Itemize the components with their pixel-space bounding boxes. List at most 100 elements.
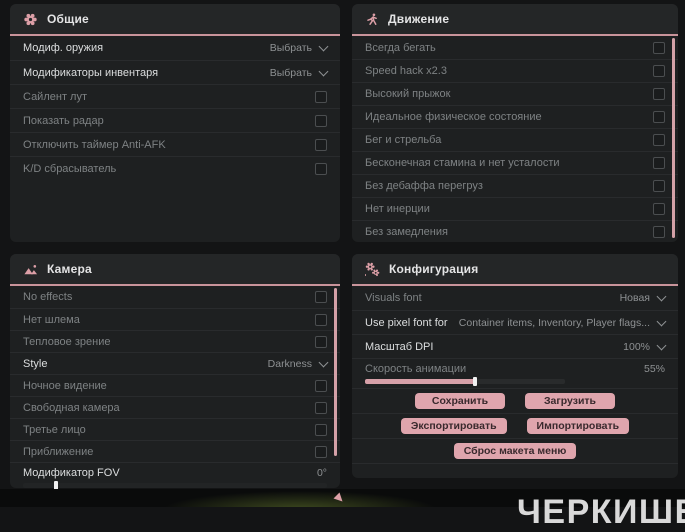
dropdown[interactable]: Выбрать	[270, 66, 329, 79]
chevron-down-icon	[318, 66, 329, 76]
dropdown[interactable]: 100%	[623, 340, 667, 353]
panel-title: Конфигурация	[389, 262, 479, 276]
cursor-icon	[333, 489, 343, 507]
chevron-down-icon	[656, 340, 667, 350]
dropdown-value: Container items, Inventory, Player flags…	[458, 316, 650, 329]
checkbox[interactable]	[653, 203, 665, 215]
panel-header: Общие	[10, 4, 340, 36]
import-button[interactable]: Импортировать	[526, 418, 630, 434]
setting-label: Сайлент лут	[23, 90, 87, 103]
checkbox[interactable]	[653, 226, 665, 238]
setting-row-dropdown: Масштаб DPI 100%	[352, 334, 678, 358]
setting-row-dropdown: Use pixel font for Container items, Inven…	[352, 310, 678, 334]
dropdown[interactable]: Выбрать	[269, 41, 329, 54]
dropdown[interactable]: Новая	[619, 291, 667, 304]
checkbox[interactable]	[653, 88, 665, 100]
checkbox[interactable]	[315, 114, 327, 127]
setting-label: Приближение	[23, 445, 94, 458]
panel-config: Конфигурация Visuals font Новая Use pixel …	[352, 254, 678, 478]
setting-label: Style	[23, 357, 48, 370]
setting-row-dropdown: Модификаторы инвентаря Выбрать	[10, 60, 340, 84]
slider-thumb[interactable]	[473, 377, 477, 386]
checkbox[interactable]	[315, 401, 327, 414]
checkbox[interactable]	[653, 157, 665, 169]
checkbox[interactable]	[653, 134, 665, 146]
chevron-down-icon	[656, 291, 667, 302]
setting-label: Масштаб DPI	[365, 340, 434, 353]
checkbox[interactable]	[653, 65, 665, 77]
slider-track[interactable]	[23, 481, 327, 490]
dropdown-value: Выбрать	[269, 42, 312, 54]
checkbox[interactable]	[315, 291, 327, 303]
setting-label: Скорость анимации	[365, 363, 467, 375]
setting-row-checkbox: Свободная камера	[10, 396, 340, 418]
setting-label: Ночное видение	[23, 379, 107, 392]
checkbox[interactable]	[315, 423, 327, 436]
checkbox[interactable]	[315, 379, 327, 392]
button-row: Сохранить Загрузить	[352, 388, 678, 413]
checkbox[interactable]	[653, 41, 665, 54]
scrollbar[interactable]	[334, 288, 337, 456]
setting-row-checkbox: Тепловое зрение	[10, 330, 340, 352]
setting-label: Use pixel font for	[365, 316, 448, 329]
load-button[interactable]: Загрузить	[525, 393, 615, 409]
dropdown-value: 100%	[623, 340, 650, 353]
export-button[interactable]: Экспортировать	[400, 418, 507, 434]
checkbox[interactable]	[315, 445, 327, 458]
checkbox[interactable]	[315, 162, 327, 175]
slider-track[interactable]	[365, 377, 565, 386]
gears-icon	[365, 262, 380, 277]
setting-label: Высокий прыжок	[365, 88, 451, 100]
panel-title: Камера	[47, 262, 92, 276]
checkbox[interactable]	[653, 180, 665, 192]
setting-label: K/D сбрасыватель	[23, 162, 117, 175]
checkbox[interactable]	[315, 138, 327, 151]
background-text: ЧЕРКИШЕ	[517, 493, 685, 531]
checkbox[interactable]	[653, 111, 665, 123]
setting-label: Модиф. оружия	[23, 42, 104, 54]
setting-label: Свободная камера	[23, 401, 120, 414]
setting-label: Показать радар	[23, 114, 104, 127]
panel-movement: Движение Всегда бегать Speed hack x2.3 Выс…	[352, 4, 678, 242]
setting-row-checkbox: Всегда бегать	[352, 36, 678, 59]
setting-row-checkbox: Идеальное физическое состояние	[352, 105, 678, 128]
setting-label: Без замедления	[365, 226, 448, 238]
dropdown[interactable]: Darkness	[267, 357, 329, 370]
setting-label: Бесконечная стамина и нет усталости	[365, 157, 560, 169]
setting-label: Нет шлема	[23, 313, 80, 326]
setting-row-checkbox: Ночное видение	[10, 374, 340, 396]
panel-general: Общие Модиф. оружия Выбрать Модификаторы и…	[10, 4, 340, 242]
setting-row-checkbox: Отключить таймер Anti-AFK	[10, 132, 340, 156]
setting-row-checkbox: Нет шлема	[10, 308, 340, 330]
gear-icon	[23, 12, 38, 27]
setting-label: Нет инерции	[365, 203, 430, 215]
checkbox[interactable]	[315, 335, 327, 348]
setting-label: Тепловое зрение	[23, 335, 111, 348]
setting-row-checkbox: Высокий прыжок	[352, 82, 678, 105]
divider	[352, 463, 678, 464]
setting-row-checkbox: Третье лицо	[10, 418, 340, 440]
scrollbar[interactable]	[672, 38, 675, 238]
checkbox[interactable]	[315, 313, 327, 326]
slider-labels: Скорость анимации 55%	[365, 361, 665, 377]
slider-labels: Модификатор FOV 0°	[23, 465, 327, 481]
setting-label: Модификаторы инвентаря	[23, 66, 159, 79]
setting-row-dropdown: Модиф. оружия Выбрать	[10, 36, 340, 60]
checkbox[interactable]	[315, 90, 327, 103]
setting-row-checkbox: Без замедления	[352, 220, 678, 243]
setting-row-dropdown: Visuals font Новая	[352, 286, 678, 310]
panel-header: Конфигурация	[352, 254, 678, 286]
chevron-down-icon	[656, 316, 667, 326]
setting-label: Без дебаффа перегруз	[365, 180, 483, 192]
save-button[interactable]: Сохранить	[415, 393, 505, 409]
dropdown-value: Новая	[619, 292, 650, 304]
panel-title: Движение	[388, 12, 450, 26]
slider-value: 0°	[316, 467, 327, 479]
dropdown-value: Darkness	[267, 357, 312, 370]
dropdown[interactable]: Container items, Inventory, Player flags…	[458, 316, 667, 329]
panel-header: Камера	[10, 254, 340, 286]
panel-camera: Камера No effects Нет шлема Тепловое зрени…	[10, 254, 340, 490]
panel-header: Движение	[352, 4, 678, 36]
button-row: Сброс макета меню	[352, 438, 678, 463]
reset-layout-button[interactable]: Сброс макета меню	[453, 443, 577, 459]
